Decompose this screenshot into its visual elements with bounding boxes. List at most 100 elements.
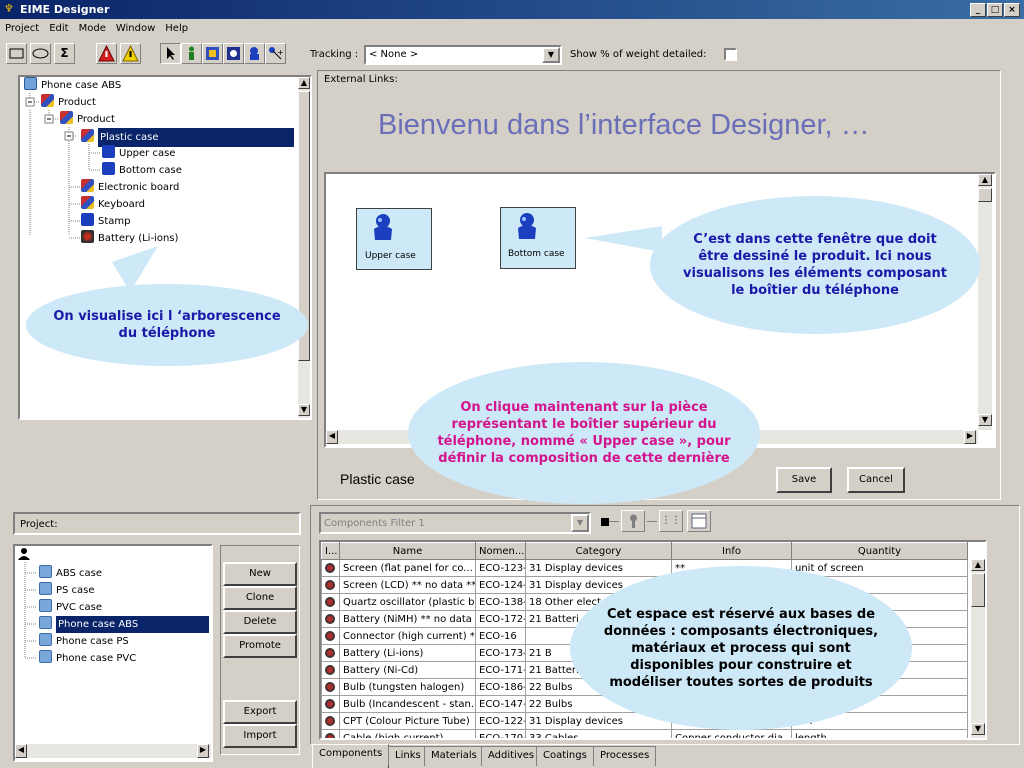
tree-item[interactable]: Upper case [102, 145, 175, 162]
ellipse-tool-icon[interactable] [30, 43, 51, 64]
product-group-icon[interactable] [223, 43, 244, 64]
tree-root[interactable]: Phone case ABS [24, 77, 121, 94]
project-horizontal-scrollbar[interactable]: ◀ ▶ [15, 744, 211, 758]
new-button[interactable]: New [223, 562, 297, 586]
node-bottom-case[interactable]: Bottom case [500, 207, 576, 269]
canvas-vertical-scrollbar[interactable]: ▲ ▼ [978, 174, 992, 430]
project-item-selected[interactable]: Phone case ABS [39, 616, 209, 633]
scroll-left-icon[interactable]: ◀ [326, 430, 338, 444]
minimize-button[interactable]: _ [970, 3, 986, 17]
table-cell: Cable (high current) [339, 729, 476, 738]
window-title: EIME Designer [20, 3, 110, 16]
column-header[interactable]: Quantity [791, 542, 968, 560]
tab-components[interactable]: Components [312, 744, 390, 768]
grid-view-icon[interactable] [687, 510, 711, 532]
column-header[interactable]: Name [339, 542, 476, 560]
menu-project[interactable]: Project [0, 19, 44, 39]
menu-window[interactable]: Window [111, 19, 160, 39]
link-tool-icon[interactable]: + [265, 43, 286, 64]
table-row[interactable]: Screen (flat panel for co... ECO-123- 31 D… [321, 559, 968, 577]
product-add-icon[interactable] [202, 43, 223, 64]
tree-item[interactable]: Keyboard [81, 196, 145, 213]
clone-button[interactable]: Clone [223, 586, 297, 610]
tree-item[interactable]: Battery (Li-ions) [81, 230, 178, 247]
tree-scrollbar[interactable]: ▲ ▼ [298, 77, 310, 418]
maximize-button[interactable]: □ [987, 3, 1003, 17]
save-button[interactable]: Save [776, 467, 832, 493]
menu-mode[interactable]: Mode [74, 19, 111, 39]
project-item[interactable]: PVC case [39, 599, 102, 616]
show-weight-label: Show % of weight detailed: [570, 49, 707, 60]
column-header[interactable]: Nomen... [475, 542, 526, 560]
scroll-right-icon[interactable]: ▶ [197, 744, 209, 758]
column-header[interactable]: Category [525, 542, 672, 560]
delete-button[interactable]: Delete [223, 610, 297, 634]
scroll-down-icon[interactable]: ▼ [978, 414, 992, 426]
scroll-thumb[interactable] [978, 188, 992, 202]
table-cell: ECO-147- [475, 695, 526, 713]
components-filter-select[interactable]: Components Filter 1 ▼ [319, 512, 591, 534]
column-header[interactable]: I... [321, 542, 340, 560]
column-header[interactable]: Info [671, 542, 792, 560]
scroll-down-icon[interactable]: ▼ [971, 723, 985, 735]
filter-line [647, 521, 657, 522]
sum-tool-icon[interactable]: Σ [54, 43, 75, 64]
alert-red-icon[interactable] [96, 43, 117, 64]
table-cell: ECO-123- [475, 559, 526, 577]
table-cell: Copper conductor dia... [671, 729, 792, 738]
tree-item[interactable]: Bottom case [102, 162, 182, 179]
show-weight-checkbox[interactable] [724, 48, 737, 61]
table-vertical-scrollbar[interactable]: ▲ ▼ [971, 559, 985, 738]
project-item[interactable]: ABS case [39, 565, 102, 582]
chevron-down-icon[interactable]: ▼ [542, 47, 560, 63]
tracking-select[interactable]: < None > ▼ [364, 45, 562, 65]
scroll-up-icon[interactable]: ▲ [298, 77, 310, 89]
pointer-tool-icon[interactable] [160, 43, 181, 64]
tab-coatings[interactable]: Coatings [536, 746, 594, 766]
tab-materials[interactable]: Materials [424, 746, 484, 766]
tree-item[interactable]: Electronic board [81, 179, 179, 196]
tab-processes[interactable]: Processes [593, 746, 657, 766]
project-item[interactable]: Phone case PVC [39, 650, 136, 667]
component-type-icon [321, 627, 340, 645]
scroll-thumb[interactable] [971, 573, 985, 607]
tab-additives[interactable]: Additives [481, 746, 542, 766]
tree-item[interactable]: Product [60, 111, 115, 128]
menu-help[interactable]: Help [160, 19, 193, 39]
scroll-right-icon[interactable]: ▶ [964, 430, 976, 444]
scroll-up-icon[interactable]: ▲ [971, 559, 985, 571]
project-item[interactable]: PS case [39, 582, 95, 599]
cancel-button[interactable]: Cancel [847, 467, 905, 493]
warning-yellow-icon[interactable] [120, 43, 141, 64]
tracking-label: Tracking : [310, 49, 359, 60]
component-type-icon [321, 712, 340, 730]
node-upper-case[interactable]: Upper case [356, 208, 432, 270]
export-button[interactable]: Export [223, 700, 297, 724]
import-button[interactable]: Import [223, 724, 297, 748]
chevron-down-icon[interactable]: ▼ [571, 514, 589, 532]
promote-button[interactable]: Promote [223, 634, 297, 658]
component-add-icon[interactable] [244, 43, 265, 64]
product-icon [81, 196, 94, 209]
menu-edit[interactable]: Edit [44, 19, 73, 39]
list-filter-icon[interactable]: ⋮⋮ [659, 510, 683, 532]
click-instruction-bubble: On clique maintenant sur la pièce représ… [408, 362, 760, 504]
figure-tool-icon[interactable] [181, 43, 202, 64]
tree-item[interactable]: Product [41, 94, 96, 111]
scroll-down-icon[interactable]: ▼ [298, 404, 310, 416]
component-icon [81, 213, 94, 226]
table-cell: 33 Cables [525, 729, 672, 738]
table-cell: 31 Display devices [525, 559, 672, 577]
close-button[interactable]: × [1004, 3, 1020, 17]
project-item[interactable]: Phone case PS [39, 633, 129, 650]
table-cell: ECO-172- [475, 610, 526, 628]
tab-links[interactable]: Links [388, 746, 428, 766]
table-cell: Connector (high current) *... [339, 627, 476, 645]
rectangle-tool-icon[interactable] [6, 43, 27, 64]
table-row[interactable]: Cable (high current) ECO-170- 33 Cables Cop… [321, 729, 968, 738]
scroll-left-icon[interactable]: ◀ [15, 744, 27, 758]
wrench-icon[interactable] [621, 510, 645, 532]
scroll-up-icon[interactable]: ▲ [978, 174, 992, 186]
tree-item[interactable]: Stamp [81, 213, 131, 230]
tree-item-selected[interactable]: Plastic case [81, 128, 300, 147]
